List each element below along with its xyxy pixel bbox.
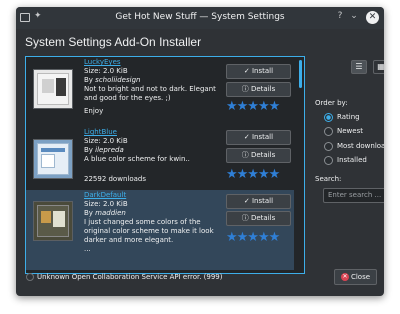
- rating-stars: ★★★★★: [226, 99, 280, 114]
- addon-description: A blue color scheme for kwin..: [84, 155, 190, 163]
- details-button[interactable]: ⓘ Details: [226, 82, 291, 97]
- details-button[interactable]: ⓘ Details: [226, 211, 291, 226]
- addon-size: Size: 2.0 KiB: [84, 200, 128, 208]
- status-message: Unknown Open Collaboration Service API e…: [26, 273, 223, 281]
- list-scrollbar[interactable]: [299, 60, 302, 88]
- addon-name-link[interactable]: LuckyEyes: [84, 58, 224, 67]
- addon-name-link[interactable]: LightBlue: [84, 128, 224, 137]
- radio-icon[interactable]: [324, 142, 333, 151]
- addon-size: Size: 2.0 KiB: [84, 137, 128, 145]
- close-window-icon[interactable]: ✕: [366, 11, 379, 24]
- addon-author: By maddien: [84, 209, 126, 217]
- list-view-icon[interactable]: ☰: [351, 60, 367, 74]
- radio-icon[interactable]: [324, 156, 333, 165]
- addon-author: By ilepreda: [84, 146, 124, 154]
- help-icon[interactable]: ?: [334, 11, 346, 21]
- preview-thumbnail[interactable]: [33, 139, 73, 179]
- addon-description: Not to bright and not to dark. Elegant a…: [84, 85, 216, 102]
- close-button[interactable]: ✕ Close: [334, 269, 377, 285]
- install-button[interactable]: ✓ Install: [226, 194, 291, 209]
- radio-checked-icon[interactable]: [324, 113, 333, 122]
- page-title: System Settings Add-On Installer: [25, 35, 202, 49]
- search-label: Search:: [315, 175, 342, 183]
- preview-thumbnail[interactable]: [33, 201, 73, 241]
- warning-icon: [26, 273, 34, 281]
- list-item[interactable]: DarkDefault Size: 2.0 KiB By maddien I j…: [26, 190, 294, 270]
- grid-view-icon[interactable]: ▦: [373, 60, 384, 74]
- addon-note: Enjoy: [84, 107, 104, 115]
- rating-stars: ★★★★★: [226, 167, 280, 182]
- rating-stars: ★★★★★: [226, 230, 280, 245]
- window-title: Get Hot New Stuff — System Settings: [115, 12, 285, 22]
- minimize-icon[interactable]: ⌄: [348, 11, 360, 21]
- addon-list[interactable]: LuckyEyes Size: 2.0 KiB By scholiidesign…: [25, 56, 305, 274]
- radio-icon[interactable]: [324, 127, 333, 136]
- order-by-label: Order by:: [315, 99, 348, 107]
- search-input[interactable]: Enter search ...: [323, 188, 384, 203]
- details-button[interactable]: ⓘ Details: [226, 148, 291, 163]
- list-item[interactable]: LuckyEyes Size: 2.0 KiB By scholiidesign…: [26, 57, 294, 127]
- preview-thumbnail[interactable]: [33, 69, 73, 109]
- title-bar: ✦ Get Hot New Stuff — System Settings ? …: [16, 7, 384, 29]
- addon-name-link[interactable]: DarkDefault: [84, 191, 224, 200]
- dialog-window: ✦ Get Hot New Stuff — System Settings ? …: [16, 7, 384, 296]
- addon-note: ...: [84, 245, 91, 253]
- addon-author: By scholiidesign: [84, 76, 141, 84]
- addon-description: I just changed some colors of the origin…: [84, 218, 214, 244]
- install-button[interactable]: ✓ Install: [226, 130, 291, 145]
- close-icon: ✕: [340, 273, 349, 281]
- addon-size: Size: 2.0 KiB: [84, 67, 128, 75]
- install-button[interactable]: ✓ Install: [226, 64, 291, 79]
- download-count: 22592 downloads: [84, 175, 146, 183]
- list-item[interactable]: LightBlue Size: 2.0 KiB By ilepreda A bl…: [26, 127, 294, 190]
